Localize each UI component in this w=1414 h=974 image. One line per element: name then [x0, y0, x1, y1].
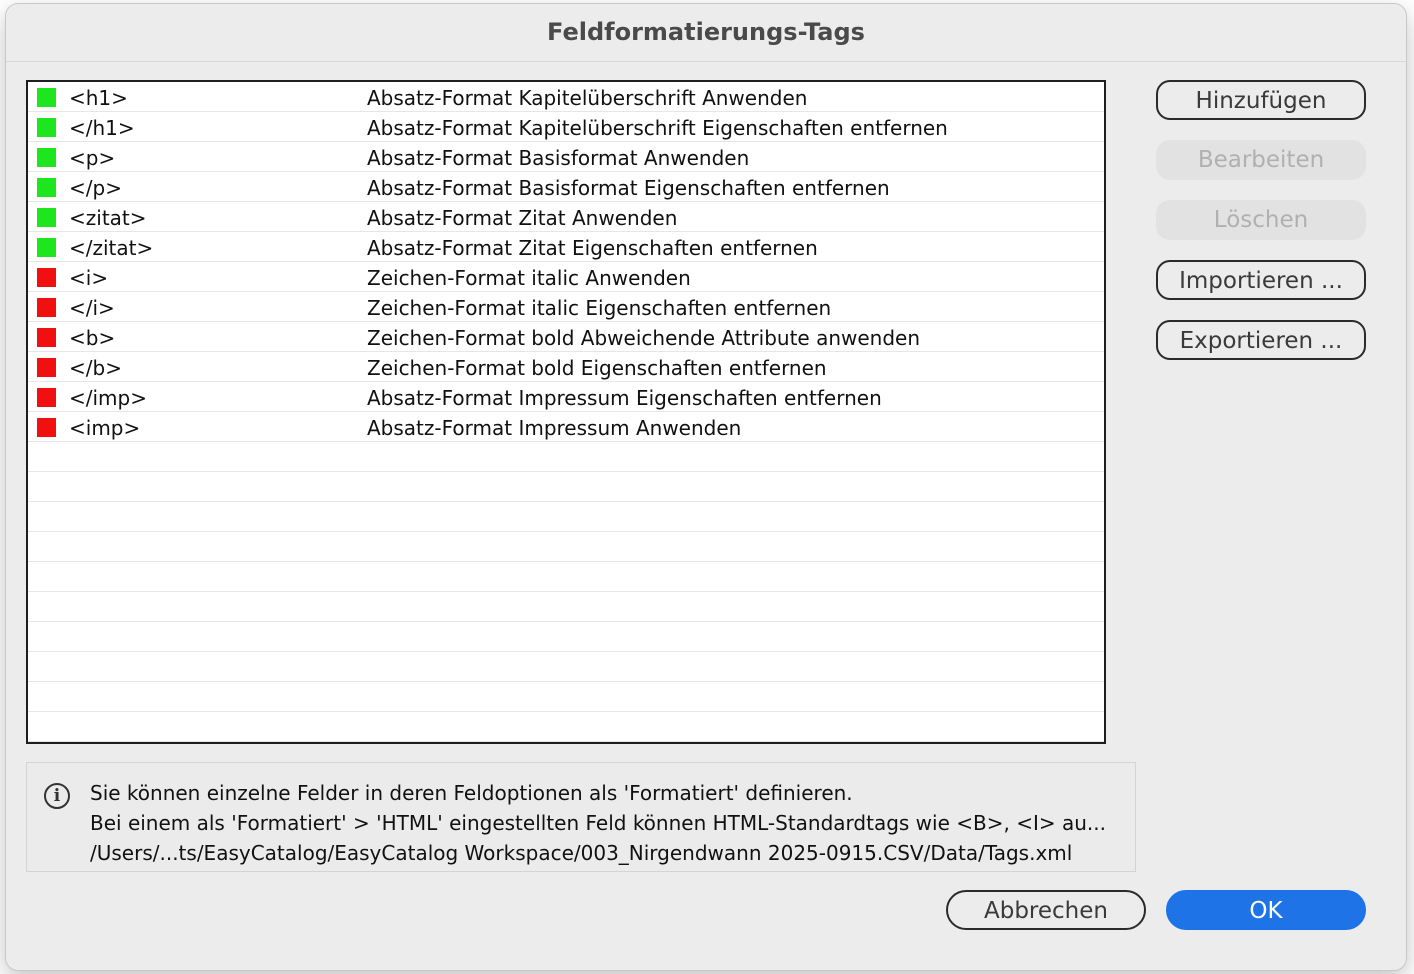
info-icon: i — [44, 783, 70, 809]
tag-name: <p> — [69, 146, 116, 170]
character-style-swatch — [37, 388, 56, 407]
empty-row — [28, 442, 1104, 472]
empty-row — [28, 712, 1104, 742]
tag-name: </h1> — [69, 116, 135, 140]
character-style-swatch — [37, 268, 56, 287]
empty-row — [28, 622, 1104, 652]
empty-row — [28, 682, 1104, 712]
tag-row[interactable]: </i> Zeichen-Format italic Eigenschaften … — [28, 292, 1104, 322]
paragraph-style-swatch — [37, 238, 56, 257]
empty-row — [28, 562, 1104, 592]
tag-name: <imp> — [69, 416, 141, 440]
character-style-swatch — [37, 358, 56, 377]
tag-row[interactable]: <i> Zeichen-Format italic Anwenden — [28, 262, 1104, 292]
dialog-title: Feldformatierungs-Tags — [547, 18, 865, 46]
field-formatting-tags-dialog: Feldformatierungs-Tags <h1> Absatz-Format… — [6, 4, 1406, 970]
ok-button[interactable]: OK — [1166, 890, 1366, 930]
tag-row[interactable]: <imp> Absatz-Format Impressum Anwenden — [28, 412, 1104, 442]
paragraph-style-swatch — [37, 208, 56, 227]
tag-row[interactable]: </zitat> Absatz-Format Zitat Eigenschafte… — [28, 232, 1104, 262]
tag-name: </zitat> — [69, 236, 154, 260]
edit-button[interactable]: Bearbeiten — [1156, 140, 1366, 180]
empty-row — [28, 532, 1104, 562]
tag-row[interactable]: </b> Zeichen-Format bold Eigenschaften en… — [28, 352, 1104, 382]
info-text-line-1: Sie können einzelne Felder in deren Feld… — [90, 781, 853, 805]
tag-row[interactable]: <b> Zeichen-Format bold Abweichende Attri… — [28, 322, 1104, 352]
character-style-swatch — [37, 418, 56, 437]
info-panel: i Sie können einzelne Felder in deren Fe… — [26, 762, 1136, 872]
info-text-line-2: Bei einem als 'Formatiert' > 'HTML' eing… — [90, 811, 1106, 835]
tag-row[interactable]: <p> Absatz-Format Basisformat Anwenden — [28, 142, 1104, 172]
add-button[interactable]: Hinzufügen — [1156, 80, 1366, 120]
tag-name: </p> — [69, 176, 122, 200]
character-style-swatch — [37, 328, 56, 347]
export-button[interactable]: Exportieren ... — [1156, 320, 1366, 360]
tag-description: Zeichen-Format italic Anwenden — [367, 266, 691, 290]
empty-row — [28, 592, 1104, 622]
info-file-path: /Users/...ts/EasyCatalog/EasyCatalog Wor… — [90, 841, 1073, 865]
tag-row[interactable]: </imp> Absatz-Format Impressum Eigenschaf… — [28, 382, 1104, 412]
tag-list[interactable]: <h1> Absatz-Format Kapitelüberschrift Anw… — [26, 80, 1106, 744]
empty-row — [28, 502, 1104, 532]
tag-name: </imp> — [69, 386, 147, 410]
cancel-button[interactable]: Abbrechen — [946, 890, 1146, 930]
tag-description: Absatz-Format Basisformat Eigenschaften … — [367, 176, 890, 200]
paragraph-style-swatch — [37, 118, 56, 137]
tag-description: Absatz-Format Kapitelüberschrift Anwende… — [367, 86, 808, 110]
paragraph-style-swatch — [37, 178, 56, 197]
tag-row[interactable]: <zitat> Absatz-Format Zitat Anwenden — [28, 202, 1104, 232]
title-divider — [6, 61, 1406, 62]
tag-description: Zeichen-Format bold Abweichende Attribut… — [367, 326, 921, 350]
tag-name: </b> — [69, 356, 122, 380]
tag-name: <i> — [69, 266, 109, 290]
tag-description: Zeichen-Format italic Eigenschaften entf… — [367, 296, 832, 320]
paragraph-style-swatch — [37, 88, 56, 107]
tag-row[interactable]: </p> Absatz-Format Basisformat Eigenschaf… — [28, 172, 1104, 202]
tag-description: Absatz-Format Zitat Anwenden — [367, 206, 678, 230]
tag-description: Absatz-Format Zitat Eigenschaften entfer… — [367, 236, 818, 260]
tag-row[interactable]: </h1> Absatz-Format Kapitelüberschrift Ei… — [28, 112, 1104, 142]
tag-description: Absatz-Format Basisformat Anwenden — [367, 146, 750, 170]
empty-row — [28, 652, 1104, 682]
tag-name: <zitat> — [69, 206, 147, 230]
tag-description: Absatz-Format Impressum Eigenschaften en… — [367, 386, 882, 410]
tag-description: Absatz-Format Kapitelüberschrift Eigensc… — [367, 116, 948, 140]
paragraph-style-swatch — [37, 148, 56, 167]
tag-description: Absatz-Format Impressum Anwenden — [367, 416, 742, 440]
character-style-swatch — [37, 298, 56, 317]
tag-name: <b> — [69, 326, 116, 350]
empty-row — [28, 472, 1104, 502]
import-button[interactable]: Importieren ... — [1156, 260, 1366, 300]
tag-name: <h1> — [69, 86, 128, 110]
tag-description: Zeichen-Format bold Eigenschaften entfer… — [367, 356, 827, 380]
delete-button[interactable]: Löschen — [1156, 200, 1366, 240]
tag-name: </i> — [69, 296, 115, 320]
tag-row[interactable]: <h1> Absatz-Format Kapitelüberschrift Anw… — [28, 82, 1104, 112]
